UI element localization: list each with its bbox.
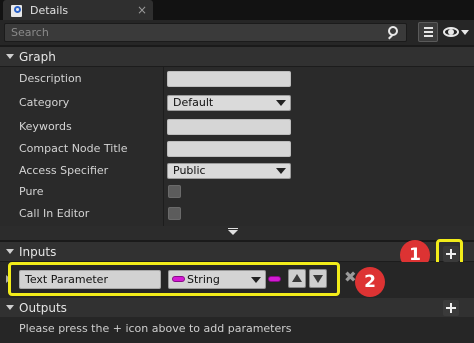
section-title: Graph <box>19 49 56 64</box>
column-divider[interactable] <box>163 67 164 226</box>
keywords-field[interactable] <box>167 119 291 135</box>
close-icon[interactable]: × <box>137 3 147 17</box>
graph-section-header[interactable]: Graph <box>0 47 474 67</box>
highlight-box <box>8 262 340 296</box>
eye-icon[interactable] <box>442 24 470 40</box>
grid-list-icon[interactable] <box>418 22 438 42</box>
property-row-call-in-editor: Call In Editor <box>0 203 474 225</box>
property-row-pure: Pure <box>0 181 474 203</box>
property-label: Keywords <box>19 120 72 133</box>
chevron-down-icon <box>276 168 286 174</box>
tab-details[interactable]: Details × <box>3 0 153 20</box>
description-field[interactable] <box>167 71 291 87</box>
property-label: Pure <box>19 185 44 198</box>
pure-checkbox[interactable] <box>168 185 181 198</box>
call-in-editor-checkbox[interactable] <box>168 207 181 220</box>
property-label: Compact Node Title <box>19 142 128 155</box>
property-row-keywords: Keywords <box>0 116 474 138</box>
add-output-button[interactable] <box>443 300 459 316</box>
outputs-body: Please press the + icon above to add par… <box>0 317 474 343</box>
compact-node-title-field[interactable] <box>167 141 291 157</box>
dropdown-value: Public <box>173 164 206 177</box>
property-label: Call In Editor <box>19 207 90 220</box>
section-title: Inputs <box>19 244 57 259</box>
chevron-down-icon <box>276 100 286 106</box>
expand-arrow-icon[interactable] <box>6 249 14 254</box>
access-specifier-dropdown[interactable]: Public <box>167 163 291 179</box>
category-dropdown[interactable]: Default <box>167 95 291 111</box>
expand-arrow-icon[interactable] <box>6 54 14 59</box>
annotation-badge: 2 <box>355 267 385 297</box>
outputs-section-header[interactable]: Outputs <box>0 298 474 318</box>
property-row-category: Category Default <box>0 92 474 114</box>
search-icon[interactable] <box>386 25 402 41</box>
advanced-expander[interactable] <box>0 226 474 240</box>
property-row-access-specifier: Access Specifier Public <box>0 160 474 182</box>
chevron-down-icon <box>228 230 238 235</box>
dropdown-value: Default <box>173 96 214 109</box>
property-label: Description <box>19 72 82 85</box>
outputs-hint: Please press the + icon above to add par… <box>19 322 292 335</box>
expand-arrow-icon[interactable] <box>6 305 14 310</box>
search-row <box>0 20 474 45</box>
expand-bar-icon <box>228 228 238 229</box>
property-label: Category <box>19 96 70 109</box>
section-title: Outputs <box>19 300 67 315</box>
property-label: Access Specifier <box>19 164 109 177</box>
details-magnifier-icon <box>11 4 24 17</box>
search-input[interactable] <box>4 23 407 42</box>
property-row-compact-node-title: Compact Node Title <box>0 138 474 160</box>
property-row-description: Description <box>0 68 474 90</box>
graph-properties: Description Category Default Keywords Co… <box>0 67 474 226</box>
tab-bar: Details × <box>0 0 474 20</box>
tab-title: Details <box>30 3 69 17</box>
